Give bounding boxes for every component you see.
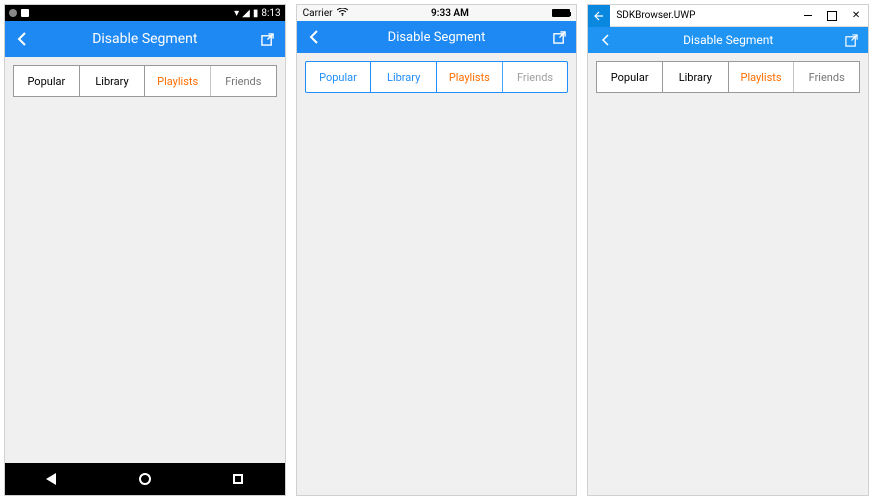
segment-playlists[interactable]: Playlists xyxy=(144,66,210,96)
segment-friends: Friends xyxy=(210,66,276,96)
uwp-title-bar-wrap: SDKBrowser.UWP ✕ xyxy=(588,5,868,27)
back-button[interactable] xyxy=(307,30,321,44)
window-minimize-button[interactable] xyxy=(796,5,820,27)
app-header: Disable Segment xyxy=(588,27,868,53)
segmented-control: Popular Library Playlists Friends xyxy=(596,61,860,93)
ios-status-bar: Carrier 9:33 AM xyxy=(297,5,577,21)
chevron-left-icon xyxy=(600,33,610,47)
open-external-button[interactable] xyxy=(261,33,275,46)
nav-back-button[interactable] xyxy=(46,473,56,485)
window-close-button[interactable]: ✕ xyxy=(844,5,868,27)
segment-library[interactable]: Library xyxy=(662,62,728,92)
segment-library[interactable]: Library xyxy=(79,66,145,96)
open-external-button[interactable] xyxy=(844,34,858,47)
app-name: SDKBrowser.UWP xyxy=(616,10,695,21)
segment-label: Library xyxy=(679,71,712,84)
segmented-control: Popular Library Playlists Friends xyxy=(305,61,569,93)
segment-popular[interactable]: Popular xyxy=(14,66,79,96)
segment-label: Popular xyxy=(319,71,357,84)
android-status-bar: ▾ ◢ ▮ 8:13 xyxy=(5,5,285,21)
status-files-icon xyxy=(21,9,29,17)
content-area: Popular Library Playlists Friends xyxy=(297,53,577,495)
window-maximize-button[interactable] xyxy=(820,5,844,27)
wifi-icon xyxy=(337,8,348,19)
segment-friends: Friends xyxy=(793,62,859,92)
android-device-frame: ▾ ◢ ▮ 8:13 Disable Segment Popular Libra… xyxy=(4,4,286,496)
open-external-button[interactable] xyxy=(552,31,566,44)
signal-icon: ◢ xyxy=(242,8,250,19)
back-button[interactable] xyxy=(15,32,29,46)
content-area: Popular Library Playlists Friends xyxy=(5,57,285,463)
segment-label: Popular xyxy=(27,75,65,88)
android-nav-bar xyxy=(5,463,285,495)
segment-label: Friends xyxy=(809,71,845,84)
segment-label: Playlists xyxy=(741,71,782,84)
nav-home-button[interactable] xyxy=(139,473,151,485)
arrow-left-icon xyxy=(594,11,604,21)
segment-label: Playlists xyxy=(157,75,198,88)
battery-icon xyxy=(552,9,570,17)
segment-popular[interactable]: Popular xyxy=(597,62,662,92)
segment-playlists[interactable]: Playlists xyxy=(728,62,794,92)
battery-icon: ▮ xyxy=(253,8,259,19)
page-title: Disable Segment xyxy=(29,31,261,47)
app-header: Disable Segment xyxy=(297,21,577,53)
segmented-control: Popular Library Playlists Friends xyxy=(13,65,277,97)
page-title: Disable Segment xyxy=(612,33,844,47)
content-area: Popular Library Playlists Friends xyxy=(588,53,868,495)
back-button[interactable] xyxy=(598,33,612,47)
segment-label: Playlists xyxy=(449,71,490,84)
uwp-title-bar: SDKBrowser.UWP ✕ xyxy=(610,5,868,27)
segment-label: Friends xyxy=(225,75,261,88)
segment-label: Library xyxy=(95,75,128,88)
status-dot-icon xyxy=(9,9,17,17)
wifi-icon: ▾ xyxy=(234,8,239,19)
chevron-left-icon xyxy=(309,30,319,44)
segment-friends: Friends xyxy=(502,62,568,92)
carrier-label: Carrier xyxy=(303,8,333,19)
segment-label: Popular xyxy=(611,71,649,84)
status-time: 8:13 xyxy=(261,8,280,19)
open-external-icon xyxy=(845,34,858,47)
segment-label: Friends xyxy=(517,71,553,84)
segment-label: Library xyxy=(387,71,420,84)
uwp-device-frame: SDKBrowser.UWP ✕ Disable Segment Popular… xyxy=(587,4,869,496)
chevron-left-icon xyxy=(17,32,27,46)
open-external-icon xyxy=(261,33,274,46)
status-time: 9:33 AM xyxy=(431,8,469,19)
titlebar-back-button[interactable] xyxy=(588,5,610,27)
nav-recents-button[interactable] xyxy=(233,474,243,484)
open-external-icon xyxy=(553,31,566,44)
segment-popular[interactable]: Popular xyxy=(306,62,371,92)
page-title: Disable Segment xyxy=(321,30,553,45)
segment-playlists[interactable]: Playlists xyxy=(436,62,502,92)
segment-library[interactable]: Library xyxy=(370,62,436,92)
ios-device-frame: Carrier 9:33 AM Disable Segment Popular … xyxy=(296,4,578,496)
app-header: Disable Segment xyxy=(5,21,285,57)
